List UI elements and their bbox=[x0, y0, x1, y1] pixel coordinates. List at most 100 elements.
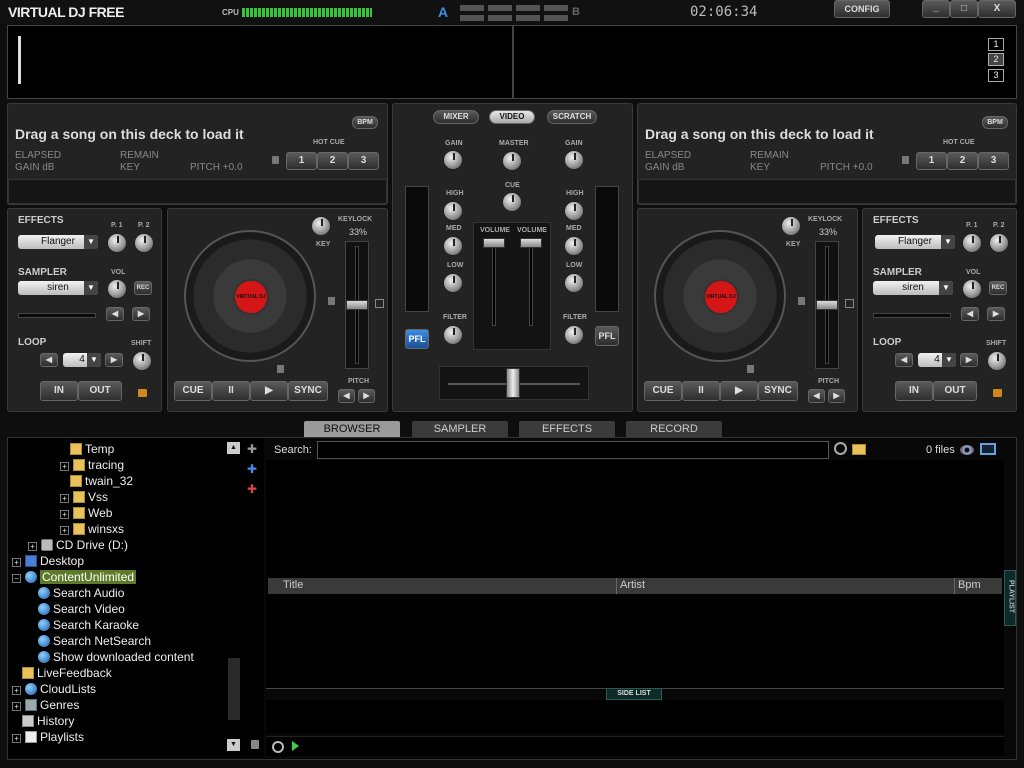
left-loop-select[interactable]: 4 ▼ bbox=[63, 353, 101, 367]
left-effect-select[interactable]: Flanger ▼ bbox=[18, 235, 98, 249]
left-sampler-prev[interactable]: ◀ bbox=[106, 307, 124, 321]
tree-item-search-audio[interactable]: Search Audio bbox=[38, 585, 124, 601]
netsearch-icon[interactable] bbox=[272, 741, 284, 753]
expand-icon[interactable]: + bbox=[12, 558, 21, 567]
add-folder-icon[interactable]: ✚ bbox=[245, 442, 259, 456]
left-pause-button[interactable]: II bbox=[212, 381, 250, 401]
tree-item-search-video[interactable]: Search Video bbox=[38, 601, 125, 617]
left-hot-cue-2[interactable]: 2 bbox=[317, 152, 348, 170]
tree-item-desktop[interactable]: + Desktop bbox=[12, 553, 84, 569]
tree-item-playlists[interactable]: + Playlists bbox=[12, 729, 84, 745]
right-out-button[interactable]: OUT bbox=[933, 381, 977, 401]
tab-sampler[interactable]: SAMPLER bbox=[412, 421, 508, 437]
right-rec-button[interactable]: REC bbox=[989, 281, 1007, 295]
left-in-button[interactable]: IN bbox=[40, 381, 78, 401]
left-sampler-next[interactable]: ▶ bbox=[132, 307, 150, 321]
search-options-icon[interactable] bbox=[834, 442, 847, 455]
right-in-button[interactable]: IN bbox=[895, 381, 933, 401]
mixer-low-left-knob[interactable] bbox=[443, 273, 463, 293]
tab-record[interactable]: RECORD bbox=[626, 421, 722, 437]
mixer-master-knob[interactable] bbox=[502, 151, 522, 171]
mixer-filter-right-knob[interactable] bbox=[564, 325, 584, 345]
left-pitch-reset[interactable] bbox=[375, 299, 384, 308]
tree-item-temp[interactable]: Temp bbox=[70, 441, 114, 457]
right-lock-icon[interactable] bbox=[902, 156, 909, 164]
side-list-tab[interactable]: SIDE LIST bbox=[606, 688, 662, 700]
tree-item-tracing[interactable]: + tracing bbox=[60, 457, 124, 473]
expand-icon[interactable]: + bbox=[60, 494, 69, 503]
volume-track-left[interactable] bbox=[492, 244, 496, 326]
tree-item-web[interactable]: + Web bbox=[60, 505, 112, 521]
play-arrow-icon[interactable] bbox=[292, 741, 299, 751]
expand-icon[interactable]: + bbox=[12, 702, 21, 711]
right-key-knob[interactable] bbox=[781, 216, 801, 236]
right-bpm-button[interactable]: BPM bbox=[982, 116, 1008, 129]
left-out-button[interactable]: OUT bbox=[78, 381, 122, 401]
left-p1-knob[interactable] bbox=[107, 233, 127, 253]
crossfader-handle[interactable] bbox=[506, 368, 520, 398]
mixer-high-right-knob[interactable] bbox=[564, 201, 584, 221]
left-loop-lock-icon[interactable] bbox=[138, 389, 147, 397]
right-pitch-up[interactable]: ▶ bbox=[828, 389, 845, 403]
left-cue-button[interactable]: CUE bbox=[174, 381, 212, 401]
playlist-side-tab[interactable]: PLAYLIST bbox=[1004, 570, 1016, 626]
eye-icon[interactable] bbox=[960, 445, 974, 455]
tree-item-cloudlists[interactable]: + CloudLists bbox=[12, 681, 96, 697]
left-lock-icon[interactable] bbox=[272, 156, 279, 164]
mixer-tab-scratch[interactable]: SCRATCH bbox=[547, 110, 597, 124]
left-pitch-down[interactable]: ◀ bbox=[338, 389, 355, 403]
tree-item-winsxs[interactable]: + winsxs bbox=[60, 521, 124, 537]
right-loop-next[interactable]: ▶ bbox=[960, 353, 978, 367]
pfl-left-button[interactable]: PFL bbox=[405, 329, 429, 349]
left-pitch-track[interactable] bbox=[345, 241, 369, 369]
tree-item-cd-drive[interactable]: + CD Drive (D:) bbox=[28, 537, 128, 553]
right-pause-button[interactable]: II bbox=[682, 381, 720, 401]
deck-b-indicator[interactable]: B bbox=[572, 6, 580, 18]
tree-item-search-karaoke[interactable]: Search Karaoke bbox=[38, 617, 139, 633]
left-play-button[interactable]: ▶ bbox=[250, 381, 288, 401]
wave-selector-3[interactable]: 3 bbox=[988, 69, 1004, 82]
mixer-gain-left-knob[interactable] bbox=[443, 150, 463, 170]
left-bpm-button[interactable]: BPM bbox=[352, 116, 378, 129]
right-p1-knob[interactable] bbox=[962, 233, 982, 253]
right-hot-cue-2[interactable]: 2 bbox=[947, 152, 978, 170]
right-pitch-fader[interactable] bbox=[816, 300, 838, 310]
mixer-cue-knob[interactable] bbox=[502, 192, 522, 212]
right-p2-knob[interactable] bbox=[989, 233, 1009, 253]
minimize-button[interactable]: _ bbox=[922, 0, 950, 18]
close-button[interactable]: X bbox=[978, 0, 1016, 18]
mixer-gain-right-knob[interactable] bbox=[564, 150, 584, 170]
right-sampler-next[interactable]: ▶ bbox=[987, 307, 1005, 321]
column-title[interactable]: Title bbox=[283, 579, 303, 591]
expand-icon[interactable]: + bbox=[60, 510, 69, 519]
right-cue-lock-icon[interactable] bbox=[747, 365, 754, 373]
left-hot-cue-3[interactable]: 3 bbox=[348, 152, 379, 170]
mixer-tab-mixer[interactable]: MIXER bbox=[433, 110, 479, 124]
right-pitch-reset[interactable] bbox=[845, 299, 854, 308]
mixer-med-right-knob[interactable] bbox=[564, 236, 584, 256]
tab-effects[interactable]: EFFECTS bbox=[519, 421, 615, 437]
expand-icon[interactable]: + bbox=[28, 542, 37, 551]
volume-track-right[interactable] bbox=[529, 244, 533, 326]
monitor-icon[interactable] bbox=[980, 443, 996, 455]
tree-scrollbar-thumb[interactable] bbox=[228, 658, 240, 720]
column-artist[interactable]: Artist bbox=[620, 579, 645, 591]
tree-item-twain32[interactable]: twain_32 bbox=[70, 473, 133, 489]
left-pitch-up[interactable]: ▶ bbox=[358, 389, 375, 403]
right-loop-select[interactable]: 4 ▼ bbox=[918, 353, 956, 367]
search-folder-icon[interactable] bbox=[852, 444, 866, 455]
left-sync-button[interactable]: SYNC bbox=[288, 381, 328, 401]
right-sync-button[interactable]: SYNC bbox=[758, 381, 798, 401]
left-cue-lock-icon[interactable] bbox=[277, 365, 284, 373]
tree-item-search-netsearch[interactable]: Search NetSearch bbox=[38, 633, 151, 649]
left-platter[interactable]: VIRTUAL DJ bbox=[184, 230, 316, 362]
right-hot-cue-3[interactable]: 3 bbox=[978, 152, 1009, 170]
right-effect-select[interactable]: Flanger ▼ bbox=[875, 235, 955, 249]
right-hot-cue-1[interactable]: 1 bbox=[916, 152, 947, 170]
mixer-high-left-knob[interactable] bbox=[443, 201, 463, 221]
search-input[interactable] bbox=[317, 441, 829, 459]
waveform-panel[interactable] bbox=[7, 25, 1017, 99]
tree-scroll-down[interactable]: ▼ bbox=[227, 739, 240, 751]
right-pitch-track[interactable] bbox=[815, 241, 839, 369]
tree-item-livefeedback[interactable]: LiveFeedback bbox=[22, 665, 112, 681]
